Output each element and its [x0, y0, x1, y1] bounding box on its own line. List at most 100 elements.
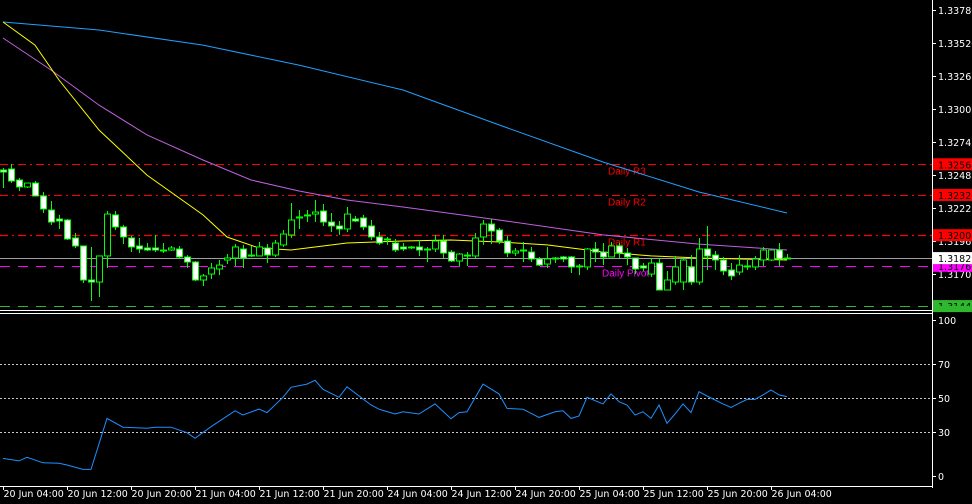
rsi-tick-label: 0	[938, 472, 944, 483]
candle-body	[352, 218, 359, 222]
candle-body	[296, 216, 303, 219]
time-tick-label: 26 Jun 04:00	[772, 489, 832, 500]
price-tag-label: 1.31827	[938, 254, 972, 265]
candle-body	[608, 245, 615, 258]
candle-body	[368, 225, 375, 238]
candle-body	[248, 254, 255, 257]
bear-candle	[192, 261, 199, 282]
candle-body	[520, 249, 527, 252]
candle-body	[416, 246, 423, 251]
candle-body	[408, 246, 415, 249]
time-tick-label: 25 Jun 04:00	[580, 489, 640, 500]
candle-body	[728, 269, 735, 277]
bear-candle	[80, 245, 87, 284]
price-tick-label: 1.33265	[938, 72, 972, 83]
candle-body	[320, 210, 327, 223]
candle-body	[448, 251, 455, 262]
candle-body	[616, 245, 623, 254]
bull-candle	[24, 182, 31, 188]
candle-body	[272, 242, 279, 256]
time-tick-label: 24 Jun 12:00	[452, 489, 512, 500]
bear-candle	[448, 250, 455, 263]
candle-body	[344, 213, 351, 230]
candle-body	[128, 237, 135, 248]
candle-body	[176, 248, 183, 258]
candle-body	[744, 265, 751, 268]
level-label: Daily Pivot	[602, 269, 649, 280]
candle-body	[768, 249, 775, 261]
candle-body	[688, 266, 695, 283]
candle-body	[144, 247, 151, 251]
time-tick-label: 21 Jun 04:00	[196, 489, 256, 500]
bear-candle	[656, 257, 663, 291]
candle-body	[160, 249, 167, 252]
candle-body	[288, 219, 295, 236]
candle-body	[224, 257, 231, 261]
candle-body	[120, 226, 127, 238]
rsi-tick-label: 50	[938, 394, 950, 405]
price-tick-label: 1.32485	[938, 171, 972, 182]
candle-body	[152, 247, 159, 251]
candle-body	[680, 259, 687, 283]
candle-body	[568, 256, 575, 268]
candle-body	[464, 254, 471, 257]
candle-body	[88, 279, 95, 283]
candle-body	[64, 219, 71, 240]
candle-body	[496, 229, 503, 242]
candle-body	[656, 262, 663, 291]
candle-body	[40, 195, 47, 210]
time-axis[interactable]: 20 Jun 04:00 20 Jun 12:00 20 Jun 20:00 21 J…	[3, 486, 832, 500]
candle-body	[72, 237, 79, 247]
candle-body	[80, 245, 87, 281]
candle-body	[112, 214, 119, 228]
candle-body	[400, 246, 407, 250]
price-tag-label: 1.32008	[938, 231, 972, 242]
candle-body	[184, 256, 191, 263]
candle-body	[424, 248, 431, 251]
candle-body	[784, 257, 791, 260]
candle-body	[8, 168, 15, 182]
candle-body	[488, 223, 495, 232]
candle-body	[560, 256, 567, 260]
time-tick-label: 21 Jun 12:00	[260, 489, 320, 500]
candle-body	[432, 240, 439, 250]
price-tick-label: 1.32225	[938, 204, 972, 215]
candle-body	[216, 264, 223, 270]
trading-chart[interactable]: Daily R3Daily R2Daily R1Daily Pivot 1.33…	[0, 0, 972, 504]
candle-body	[760, 249, 767, 261]
candle-body	[56, 218, 63, 222]
candle-body	[48, 209, 55, 223]
rsi-tick-label: 100	[938, 316, 956, 327]
candle-body	[736, 264, 743, 273]
time-tick-label: 20 Jun 04:00	[4, 489, 64, 500]
candle-body	[376, 236, 383, 244]
candle-body	[600, 251, 607, 258]
time-tick-label: 24 Jun 04:00	[388, 489, 448, 500]
candle-body	[240, 248, 247, 259]
rsi-tick-label: 70	[938, 360, 950, 371]
candle-body	[528, 251, 535, 260]
candle-body	[208, 267, 215, 275]
candle-body	[696, 248, 703, 283]
candle-body	[752, 258, 759, 268]
candle-body	[392, 242, 399, 251]
bear-candle	[32, 181, 39, 197]
time-tick-label: 25 Jun 20:00	[708, 489, 768, 500]
candle-body	[192, 261, 199, 281]
candle-body	[664, 279, 671, 291]
time-tick-label: 21 Jun 20:00	[324, 489, 384, 500]
candle-body	[536, 258, 543, 266]
candle-body	[640, 265, 647, 269]
candle-body	[312, 211, 319, 215]
price-tick-label: 1.33520	[938, 39, 972, 50]
candle-body	[512, 250, 519, 254]
candle-body	[584, 248, 591, 268]
time-tick-label: 25 Jun 12:00	[644, 489, 704, 500]
price-tick-label: 1.32745	[938, 138, 972, 149]
price-tag-label: 1.32326	[938, 191, 972, 202]
candle-body	[648, 262, 655, 275]
time-tick-label: 20 Jun 20:00	[132, 489, 192, 500]
candle-body	[200, 275, 207, 281]
candle-body	[672, 266, 679, 283]
candle-body	[576, 265, 583, 268]
